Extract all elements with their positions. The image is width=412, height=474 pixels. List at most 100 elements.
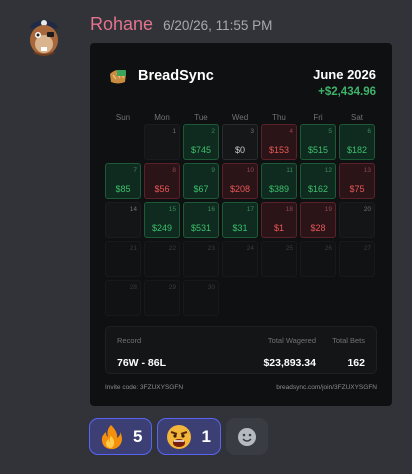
calendar-day-cell[interactable]: 24 xyxy=(222,241,258,277)
wagered-value: $23,893.34 xyxy=(263,357,316,369)
angry-face-icon xyxy=(167,424,192,449)
day-number: 20 xyxy=(363,206,371,213)
day-amount: $56 xyxy=(154,184,170,194)
smiley-add-icon xyxy=(237,427,256,446)
day-number: 4 xyxy=(289,128,293,135)
calendar-day-cell[interactable]: 26 xyxy=(300,241,336,277)
day-number: 2 xyxy=(211,128,215,135)
calendar-day-cell[interactable]: 9 $67 xyxy=(183,163,219,199)
day-amount: $31 xyxy=(232,223,248,233)
calendar-day-cell[interactable]: 7 $85 xyxy=(105,163,141,199)
day-number: 25 xyxy=(285,245,293,252)
calendar-day-cell[interactable]: 22 xyxy=(144,241,180,277)
calendar-day-cell[interactable]: 10 $208 xyxy=(222,163,258,199)
day-number: 15 xyxy=(168,206,176,213)
calendar-day-cell[interactable]: 18 $1 xyxy=(261,202,297,238)
calendar-day-cell[interactable]: 20 xyxy=(339,202,375,238)
calendar-embed-card: BreadSync June 2026 +$2,434.96 Sun Mon Tue… xyxy=(90,43,392,406)
add-reaction-button[interactable] xyxy=(225,418,268,455)
weekday-header: Sun Mon Tue Wed Thu Fri Sat xyxy=(105,113,377,122)
weekday-label: Sun xyxy=(115,113,131,122)
day-number: 10 xyxy=(246,167,254,174)
user-avatar[interactable] xyxy=(24,14,64,58)
invite-code: Invite code: 3FZUXYSGFN xyxy=(105,384,184,391)
day-amount: $515 xyxy=(307,145,329,155)
calendar-spacer xyxy=(105,124,141,160)
calendar-day-cell[interactable]: 3 $0 xyxy=(222,124,258,160)
timestamp: 6/20/26, 11:55 PM xyxy=(163,18,273,33)
reaction-angry-face[interactable]: 1 xyxy=(157,418,221,455)
day-amount: $162 xyxy=(307,184,329,194)
calendar-day-cell[interactable]: 1 xyxy=(144,124,180,160)
stats-panel: Record 76W - 86L Total Wagered $23,893.3… xyxy=(105,326,377,374)
day-number: 28 xyxy=(129,284,137,291)
calendar-day-cell[interactable]: 21 xyxy=(105,241,141,277)
wagered-label: Total Wagered xyxy=(267,336,316,345)
brand: BreadSync xyxy=(108,67,214,85)
day-number: 18 xyxy=(285,206,293,213)
calendar-day-cell[interactable]: 2 $745 xyxy=(183,124,219,160)
day-amount: $531 xyxy=(190,223,212,233)
calendar-day-cell[interactable]: 13 $75 xyxy=(339,163,375,199)
calendar-day-cell[interactable]: 29 xyxy=(144,280,180,316)
calendar-day-cell[interactable]: 8 $56 xyxy=(144,163,180,199)
day-number: 14 xyxy=(129,206,137,213)
day-number: 24 xyxy=(246,245,254,252)
calendar-day-cell[interactable]: 4 $153 xyxy=(261,124,297,160)
reactions-bar: 5 1 xyxy=(89,418,268,455)
invite-link[interactable]: breadsync.com/join/3FZUXYSGFN xyxy=(276,384,377,391)
month-total: +$2,434.96 xyxy=(318,86,376,98)
bets-label: Total Bets xyxy=(332,336,365,345)
day-number: 30 xyxy=(207,284,215,291)
calendar-day-cell[interactable]: 16 $531 xyxy=(183,202,219,238)
calendar-grid: 1 2 $745 3 $0 4 $153 5 $515 6 $182 7 $85 8 $56 9 $67 10 $2… xyxy=(105,124,377,316)
day-number: 1 xyxy=(172,128,176,135)
day-number: 16 xyxy=(207,206,215,213)
day-amount: $67 xyxy=(193,184,209,194)
day-number: 23 xyxy=(207,245,215,252)
calendar-day-cell[interactable]: 28 xyxy=(105,280,141,316)
day-number: 3 xyxy=(250,128,254,135)
day-amount: $75 xyxy=(349,184,365,194)
calendar-day-cell[interactable]: 27 xyxy=(339,241,375,277)
chat-message: Rohane 6/20/26, 11:55 PM BreadSync June … xyxy=(0,0,412,474)
calendar-day-cell[interactable]: 25 xyxy=(261,241,297,277)
fire-icon xyxy=(101,424,122,449)
day-number: 19 xyxy=(324,206,332,213)
reaction-count: 5 xyxy=(133,426,143,446)
message-header: Rohane 6/20/26, 11:55 PM xyxy=(90,14,272,35)
day-number: 26 xyxy=(324,245,332,252)
weekday-label: Fri xyxy=(313,113,323,122)
day-number: 29 xyxy=(168,284,176,291)
day-amount: $389 xyxy=(268,184,290,194)
calendar-day-cell[interactable]: 15 $249 xyxy=(144,202,180,238)
calendar-day-cell[interactable]: 19 $28 xyxy=(300,202,336,238)
weekday-label: Sat xyxy=(350,113,363,122)
day-amount: $85 xyxy=(115,184,131,194)
calendar-day-cell[interactable]: 5 $515 xyxy=(300,124,336,160)
day-number: 12 xyxy=(324,167,332,174)
day-number: 27 xyxy=(363,245,371,252)
reaction-count: 1 xyxy=(201,426,211,446)
day-number: 9 xyxy=(211,167,215,174)
calendar-day-cell[interactable]: 14 xyxy=(105,202,141,238)
calendar-day-cell[interactable]: 11 $389 xyxy=(261,163,297,199)
bread-icon xyxy=(110,70,126,84)
day-number: 7 xyxy=(133,167,137,174)
record-label: Record xyxy=(117,336,142,345)
day-amount: $1 xyxy=(273,223,284,233)
calendar-day-cell[interactable]: 6 $182 xyxy=(339,124,375,160)
calendar-day-cell[interactable]: 17 $31 xyxy=(222,202,258,238)
calendar-day-cell[interactable]: 12 $162 xyxy=(300,163,336,199)
username[interactable]: Rohane xyxy=(90,14,153,35)
reaction-fire[interactable]: 5 xyxy=(89,418,153,455)
day-amount: $745 xyxy=(190,145,212,155)
day-amount: $0 xyxy=(234,145,245,155)
day-amount: $182 xyxy=(346,145,368,155)
calendar-day-cell[interactable]: 23 xyxy=(183,241,219,277)
calendar-day-cell[interactable]: 30 xyxy=(183,280,219,316)
day-number: 21 xyxy=(129,245,137,252)
record-value: 76W - 86L xyxy=(117,357,167,369)
brand-name: BreadSync xyxy=(138,68,214,84)
month-title: June 2026 xyxy=(313,67,376,82)
